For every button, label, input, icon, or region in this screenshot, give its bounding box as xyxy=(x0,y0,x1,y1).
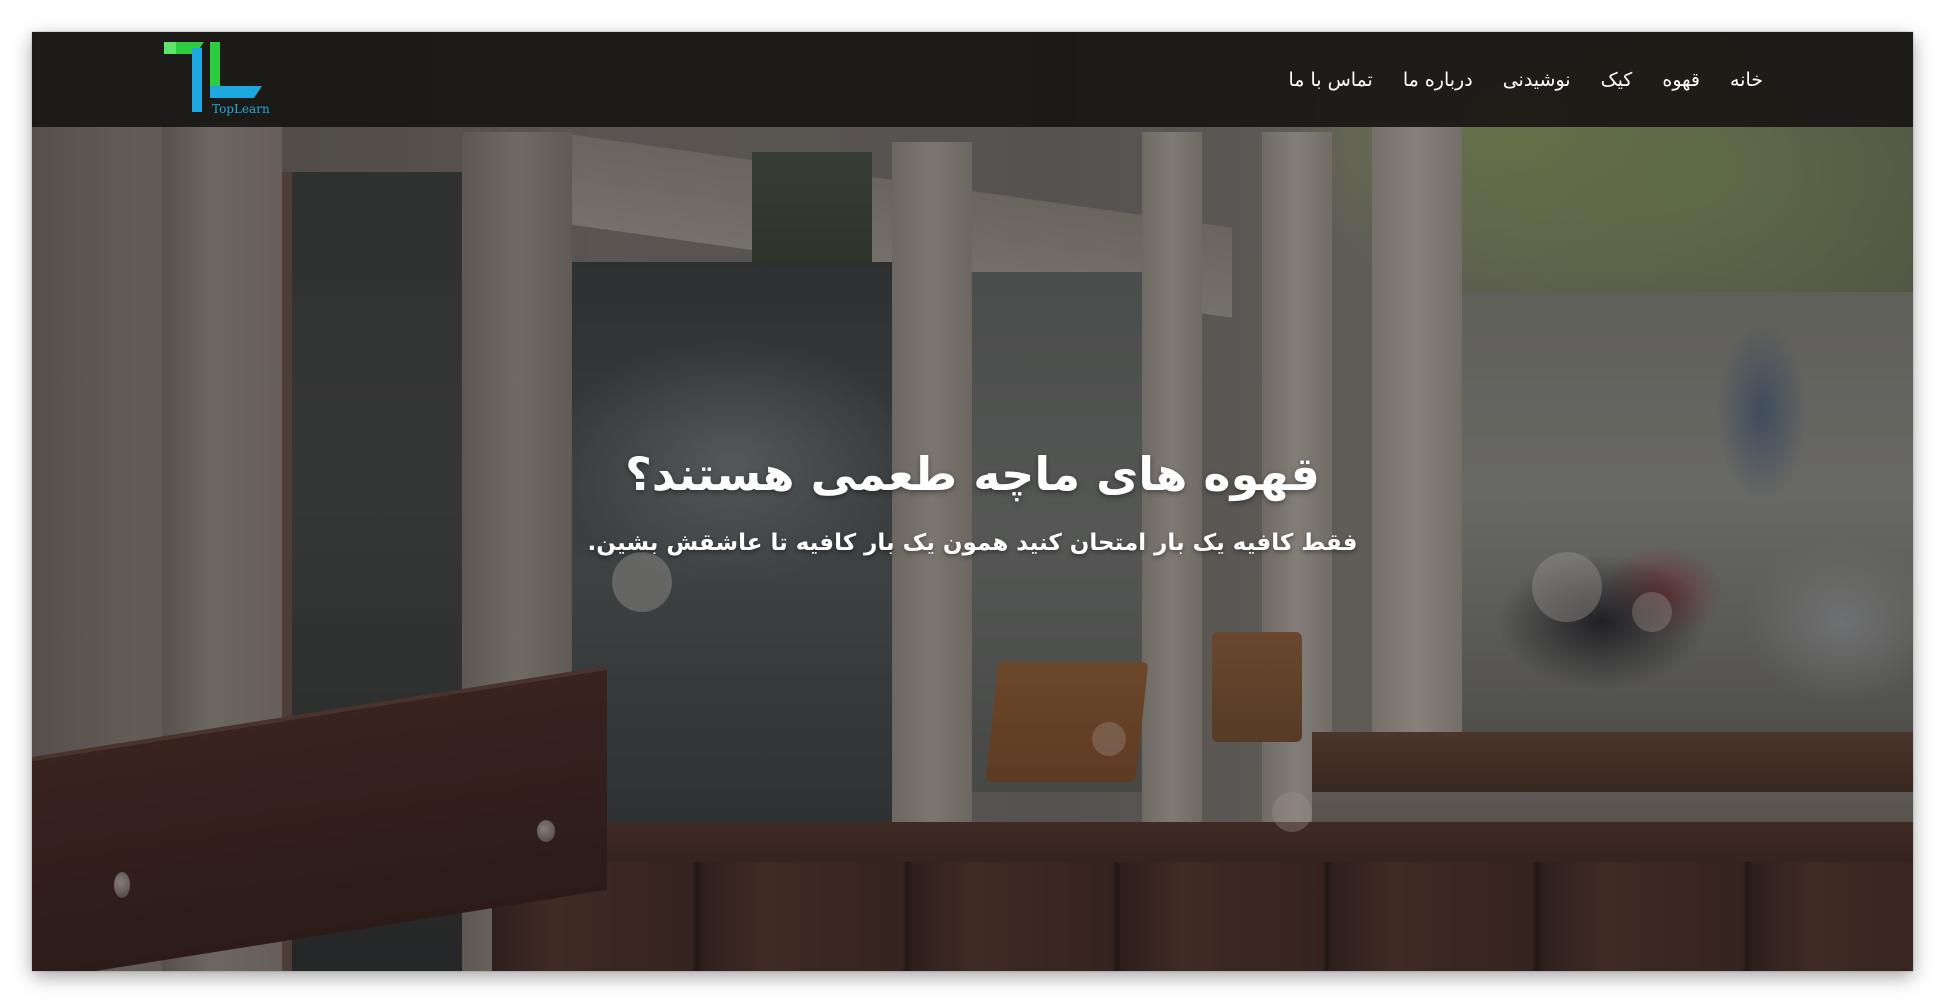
nav-link-cake[interactable]: کیک xyxy=(1601,69,1633,91)
hero-subtitle: فقط کافیه یک بار امتحان کنید همون یک بار… xyxy=(587,530,1358,557)
nav-link-about[interactable]: درباره ما xyxy=(1403,69,1473,91)
nav-link-contact[interactable]: تماس با ما xyxy=(1288,69,1372,91)
nav-item-drinks: نوشیدنی xyxy=(1503,69,1571,91)
nav-link-home[interactable]: خانه xyxy=(1730,69,1763,91)
hero-section: قهوه های ماچه طعمی هستند؟ فقط کافیه یک ب… xyxy=(32,442,1913,556)
page-frame: خانه قهوه کیک نوشیدنی درباره ما تماس با … xyxy=(32,32,1913,971)
nav-link-drinks[interactable]: نوشیدنی xyxy=(1503,69,1571,91)
logo-text: TopLearn xyxy=(212,102,270,116)
nav-item-cake: کیک xyxy=(1601,69,1633,91)
hero-title: قهوه های ماچه طعمی هستند؟ xyxy=(625,447,1320,501)
nav-item-contact: تماس با ما xyxy=(1288,69,1372,91)
nav-item-about: درباره ما xyxy=(1403,69,1473,91)
nav-link-coffee[interactable]: قهوه xyxy=(1662,69,1700,91)
nav-menu: خانه قهوه کیک نوشیدنی درباره ما تماس با … xyxy=(1288,32,1763,127)
nav-item-coffee: قهوه xyxy=(1662,69,1700,91)
brand-logo[interactable]: TopLearn xyxy=(162,40,270,120)
nav-item-home: خانه xyxy=(1730,69,1763,91)
navbar: خانه قهوه کیک نوشیدنی درباره ما تماس با … xyxy=(32,32,1913,127)
